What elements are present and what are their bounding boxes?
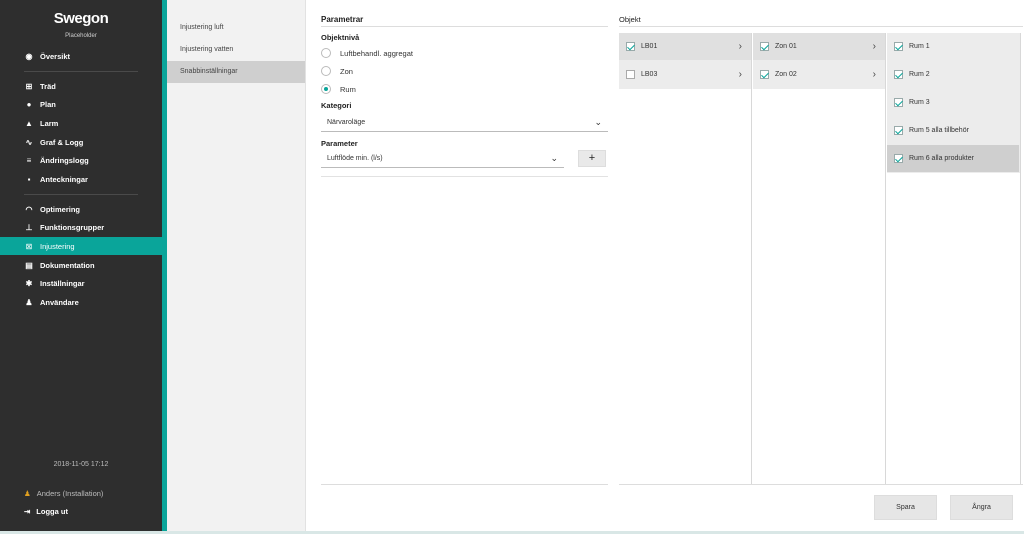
sidebar: Swegon Placeholder ◉ Översikt ⊞ Träd ● P… [0, 0, 162, 534]
checkbox-checked[interactable] [894, 126, 903, 135]
submenu-injustering-vatten[interactable]: Injustering vatten [167, 39, 305, 61]
chart-icon: ∿ [25, 137, 33, 147]
chevron-right-icon[interactable]: › [739, 41, 742, 52]
add-parameter-button[interactable]: + [578, 150, 606, 167]
chevron-right-icon[interactable]: › [873, 41, 876, 52]
chevron-down-icon: ⌄ [594, 117, 602, 127]
hierarchy-icon: ⊥ [25, 222, 33, 232]
checkbox-checked[interactable] [894, 70, 903, 79]
divider [321, 26, 608, 27]
divider [619, 26, 1023, 27]
submenu: Injustering luft Injustering vatten Snab… [167, 0, 306, 534]
nav-larm[interactable]: ▲ Larm [0, 114, 162, 132]
nav-anteckningar[interactable]: ▪ Anteckningar [0, 170, 162, 188]
list-item[interactable]: Rum 6 alla produkter [887, 145, 1019, 172]
checkbox-checked[interactable] [894, 98, 903, 107]
nav-divider [24, 194, 138, 195]
tree-icon: ⊞ [25, 81, 33, 91]
category-label: Kategori [321, 101, 352, 110]
list-item[interactable]: LB01 › [619, 33, 751, 60]
gear-icon: ✱ [25, 278, 33, 288]
logout-icon: ⇥ [24, 507, 31, 516]
submenu-injustering-luft[interactable]: Injustering luft [167, 17, 305, 39]
save-button[interactable]: Spara [874, 495, 937, 520]
adjust-icon: ⊠ [25, 241, 33, 251]
checkbox-checked[interactable] [760, 70, 769, 79]
parameters-title: Parametrar [321, 15, 364, 24]
nav-funktionsgrupper[interactable]: ⊥ Funktionsgrupper [0, 218, 162, 236]
radio-rum[interactable]: Rum [321, 80, 356, 98]
list-item[interactable]: Zon 01 › [753, 33, 885, 60]
nav-graf-logg[interactable]: ∿ Graf & Logg [0, 133, 162, 151]
current-user[interactable]: ♟ Anders (Installation) [24, 489, 103, 498]
checkbox[interactable] [626, 70, 635, 79]
user-icon: ♟ [24, 489, 31, 498]
nav-optimering[interactable]: ◠ Optimering [0, 200, 162, 218]
checkbox-checked[interactable] [760, 42, 769, 51]
bell-icon: ▲ [25, 118, 33, 128]
divider [321, 176, 608, 177]
nav-andringslogg[interactable]: ≡ Ändringslogg [0, 151, 162, 169]
gauge-icon: ◠ [25, 204, 33, 214]
category-select[interactable]: Närvaroläge ⌄ [321, 114, 608, 132]
pin-icon: ● [26, 99, 32, 109]
checkbox-checked[interactable] [894, 154, 903, 163]
list-item[interactable]: LB03 › [619, 61, 751, 88]
radio-button[interactable] [321, 66, 331, 76]
list-icon: ≡ [26, 155, 32, 165]
checkbox-checked[interactable] [626, 42, 635, 51]
chevron-down-icon: ⌄ [550, 153, 558, 163]
divider [619, 484, 1023, 485]
nav-trad[interactable]: ⊞ Träd [0, 77, 162, 95]
document-icon: ▤ [25, 260, 33, 270]
logout-button[interactable]: ⇥ Logga ut [24, 507, 68, 516]
site-name: Placeholder [65, 33, 97, 39]
object-level-label: Objektnivå [321, 33, 360, 42]
list-item[interactable]: Rum 3 [887, 89, 1019, 116]
parameters-panel: Parametrar Objektnivå Luftbehandl. aggre… [321, 0, 608, 534]
divider [321, 484, 608, 485]
objekt-column-aggregat: LB01 › LB03 › [619, 33, 752, 484]
nav-dokumentation[interactable]: ▤ Dokumentation [0, 256, 162, 274]
radio-button[interactable] [321, 48, 331, 58]
checkbox-checked[interactable] [894, 42, 903, 51]
list-item[interactable]: Rum 2 [887, 61, 1019, 88]
nav-injustering[interactable]: ⊠ Injustering [0, 237, 162, 255]
objekt-column-rum: Rum 1 Rum 2 Rum 3 Rum 5 alla tillbehör R… [887, 33, 1021, 484]
objekt-title: Objekt [619, 15, 641, 24]
nav-oversikt[interactable]: ◉ Översikt [0, 47, 162, 65]
list-item[interactable]: Rum 5 alla tillbehör [887, 117, 1019, 144]
submenu-snabbinstallningar[interactable]: Snabbinställningar [167, 61, 305, 83]
list-item[interactable]: Rum 1 [887, 33, 1019, 60]
nav-plan[interactable]: ● Plan [0, 95, 162, 113]
radio-button-selected[interactable] [321, 84, 331, 94]
chevron-right-icon[interactable]: › [739, 69, 742, 80]
chevron-right-icon[interactable]: › [873, 69, 876, 80]
swegon-logo: Swegon [53, 10, 109, 27]
comment-icon: ▪ [27, 174, 31, 184]
eye-icon: ◉ [25, 51, 33, 61]
nav-divider [24, 71, 138, 72]
parameter-label: Parameter [321, 139, 358, 148]
radio-zon[interactable]: Zon [321, 62, 353, 80]
list-item[interactable]: Zon 02 › [753, 61, 885, 88]
radio-luftbehandl[interactable]: Luftbehandl. aggregat [321, 44, 413, 62]
nav-installningar[interactable]: ✱ Inställningar [0, 274, 162, 292]
nav-anvandare[interactable]: ♟ Användare [0, 293, 162, 311]
users-icon: ♟ [25, 297, 33, 307]
parameter-select[interactable]: Luftflöde min. (l/s) ⌄ [321, 150, 564, 168]
undo-button[interactable]: Ångra [950, 495, 1013, 520]
objekt-column-zon: Zon 01 › Zon 02 › [753, 33, 886, 484]
datetime: 2018-11-05 17:12 [53, 461, 109, 468]
